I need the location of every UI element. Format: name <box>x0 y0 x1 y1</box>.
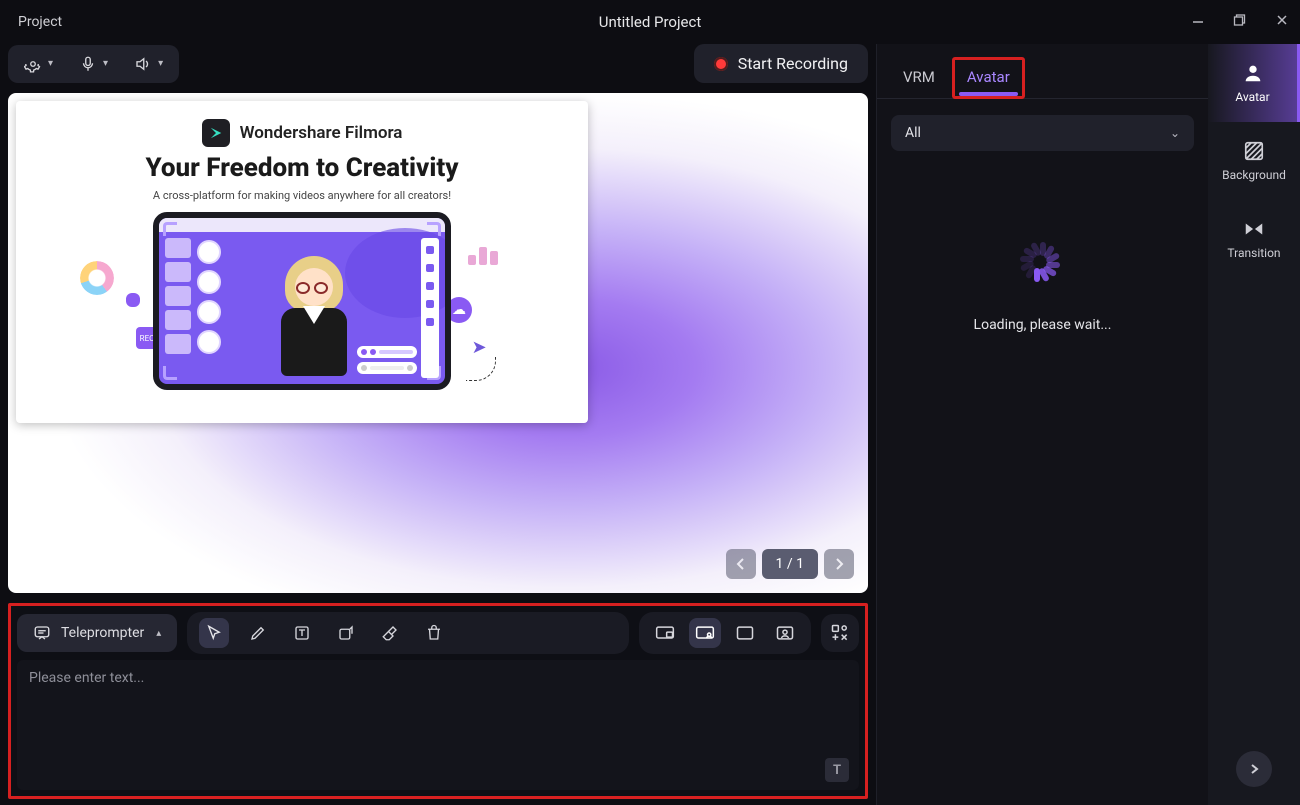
slide-content: Wondershare Filmora Your Freedom to Crea… <box>16 101 588 423</box>
decorative-donut-icon <box>80 261 114 295</box>
view-toggles <box>639 612 811 654</box>
decorative-cube-icon <box>126 293 140 307</box>
teleprompter-label: Teleprompter <box>61 625 144 641</box>
avatar-filter-dropdown[interactable]: All ⌄ <box>891 115 1194 151</box>
shape-tool-button[interactable] <box>331 618 361 648</box>
project-title: Untitled Project <box>599 13 702 31</box>
chevron-down-icon: ▾ <box>48 58 53 69</box>
view-screen-button[interactable] <box>649 618 681 648</box>
tab-avatar[interactable]: Avatar <box>953 58 1024 98</box>
decorative-curve-icon <box>466 357 496 381</box>
cursor-tool-button[interactable] <box>199 618 229 648</box>
chevron-down-icon: ▾ <box>103 58 108 69</box>
slide-pager: 1 / 1 <box>726 549 854 579</box>
collapse-panel-button[interactable] <box>1236 751 1272 787</box>
top-toolbar: ▾ ▾ ▾ Start Recording <box>8 44 868 83</box>
teleprompter-button[interactable]: Teleprompter ▴ <box>17 614 177 652</box>
bottom-toolbar-row: Teleprompter ▴ <box>17 612 859 654</box>
side-tab-label: Avatar <box>1235 90 1269 104</box>
avatar-loading: Loading, please wait... <box>877 161 1208 805</box>
view-avatar-only-button[interactable] <box>769 618 801 648</box>
pager-prev-button[interactable] <box>726 549 756 579</box>
left-column: ▾ ▾ ▾ Start Recording <box>0 44 876 805</box>
text-format-icon[interactable]: T <box>825 758 849 782</box>
side-tab-background[interactable]: Background <box>1208 122 1300 200</box>
side-tabs: Avatar Background Transition <box>1208 44 1300 805</box>
view-pip-avatar-button[interactable] <box>689 618 721 648</box>
main-area: ▾ ▾ ▾ Start Recording <box>0 44 1300 805</box>
pager-label: 1 / 1 <box>762 549 818 579</box>
brand-name: Wondershare Filmora <box>240 123 403 143</box>
close-button[interactable] <box>1270 13 1294 31</box>
loading-text: Loading, please wait... <box>974 317 1112 333</box>
bottom-panel: Teleprompter ▴ <box>8 603 868 799</box>
record-icon <box>714 57 728 71</box>
start-recording-button[interactable]: Start Recording <box>694 44 868 83</box>
view-fullscreen-button[interactable] <box>729 618 761 648</box>
teleprompter-placeholder: Please enter text... <box>29 670 144 686</box>
decorative-bars-icon <box>468 239 502 265</box>
chevron-down-icon: ▾ <box>158 58 163 69</box>
slide-headline: Your Freedom to Creativity <box>16 153 588 183</box>
canvas-preview[interactable]: Wondershare Filmora Your Freedom to Crea… <box>8 93 868 593</box>
title-bar: Project Untitled Project <box>0 0 1300 44</box>
capture-tools-group: ▾ ▾ ▾ <box>8 45 179 83</box>
layout-manage-button[interactable] <box>821 614 859 652</box>
text-tool-button[interactable] <box>287 618 317 648</box>
eraser-tool-button[interactable] <box>375 618 405 648</box>
minimize-button[interactable] <box>1186 13 1210 31</box>
record-label: Start Recording <box>738 54 848 73</box>
loading-spinner-icon <box>1015 241 1071 297</box>
speaker-button[interactable]: ▾ <box>128 51 169 77</box>
slide-subhead: A cross-platform for making videos anywh… <box>16 189 588 202</box>
filmora-logo-icon <box>202 119 230 147</box>
chevron-down-icon: ⌄ <box>1170 126 1180 140</box>
tab-vrm[interactable]: VRM <box>889 58 949 98</box>
mock-editor-screen <box>153 212 451 390</box>
window-controls <box>1186 0 1294 44</box>
chevron-up-icon: ▴ <box>156 628 161 639</box>
side-tab-avatar[interactable]: Avatar <box>1208 44 1300 122</box>
camera-settings-button[interactable]: ▾ <box>18 51 59 77</box>
microphone-button[interactable]: ▾ <box>73 51 114 77</box>
maximize-button[interactable] <box>1228 13 1252 31</box>
teleprompter-textarea[interactable]: Please enter text... T <box>17 660 859 790</box>
dropdown-selected-label: All <box>905 125 921 141</box>
paper-plane-icon: ➤ <box>468 337 490 359</box>
pager-next-button[interactable] <box>824 549 854 579</box>
right-panel-tabs: VRM Avatar <box>877 44 1208 99</box>
clear-tool-button[interactable] <box>419 618 449 648</box>
pen-tool-button[interactable] <box>243 618 273 648</box>
side-tab-label: Transition <box>1227 246 1280 260</box>
menu-project[interactable]: Project <box>10 10 70 34</box>
avatar-illustration <box>271 256 357 376</box>
right-panel: VRM Avatar All ⌄ Loading, please w <box>876 44 1208 805</box>
drawing-tools <box>187 612 629 654</box>
teleprompter-icon <box>33 624 51 642</box>
side-tab-label: Background <box>1222 168 1286 182</box>
side-tab-transition[interactable]: Transition <box>1208 200 1300 278</box>
